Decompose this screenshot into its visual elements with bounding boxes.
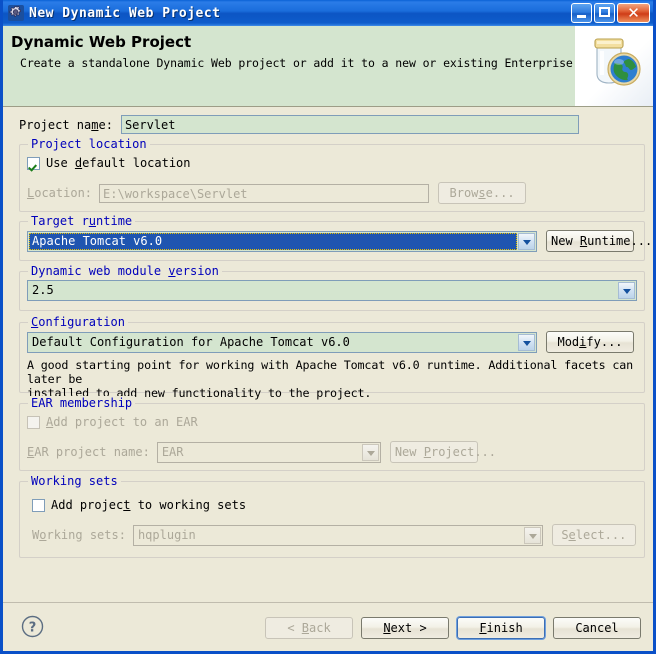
working-sets-label: Working sets: (32, 528, 126, 542)
use-default-location-label: Use default location (46, 156, 191, 170)
location-input[interactable]: E:\workspace\Servlet (99, 183, 430, 203)
project-name-label: Project name: (19, 117, 113, 132)
configuration-combo[interactable]: Default Configuration for Apache Tomcat … (27, 331, 537, 353)
ear-membership-group: EAR membership Add project to an EAR EAR… (19, 396, 645, 471)
configuration-description-line1: A good starting point for working with A… (27, 358, 634, 386)
modify-button[interactable]: Modify... (546, 331, 634, 353)
svg-text:?: ? (29, 621, 37, 636)
location-row: Location: E:\workspace\Servlet Browse... (27, 182, 639, 204)
ear-project-name-combo[interactable]: EAR (156, 441, 381, 463)
project-location-group: Project location Use default location Lo… (19, 137, 645, 212)
target-runtime-group-label: Target runtime (28, 214, 136, 228)
target-runtime-combo[interactable]: Apache Tomcat v6.0 (27, 230, 537, 252)
configuration-group: Configuration Default Configuration for … (19, 315, 645, 400)
add-to-working-sets-label: Add project to working sets (51, 498, 247, 512)
window-title: New Dynamic Web Project (29, 5, 221, 21)
ear-project-name-value: EAR (161, 444, 184, 459)
add-to-ear-checkbox[interactable] (27, 415, 40, 429)
minimize-button[interactable] (571, 3, 592, 23)
configuration-description: A good starting point for working with A… (27, 358, 639, 400)
ear-project-name-row: EAR project name: EAR New Project... (27, 441, 639, 463)
module-version-value: 2.5 (32, 283, 54, 297)
close-button[interactable]: ✕ (617, 3, 650, 23)
finish-button[interactable]: Finish (457, 617, 545, 639)
configuration-row: Default Configuration for Apache Tomcat … (27, 331, 639, 353)
configuration-group-label: Configuration (28, 315, 128, 329)
chevron-down-icon[interactable] (523, 526, 541, 544)
chevron-down-icon[interactable] (518, 333, 535, 351)
target-runtime-row: Apache Tomcat v6.0 New Runtime... (27, 230, 652, 252)
page-description: Create a standalone Dynamic Web project … (20, 56, 575, 70)
dialog-footer: ? < Back Next > Finish Cancel (3, 602, 653, 651)
project-location-group-label: Project location (28, 137, 150, 151)
use-default-location-row[interactable]: Use default location (27, 156, 191, 170)
new-dynamic-web-project-dialog: New Dynamic Web Project ✕ Dynamic Web Pr… (0, 0, 656, 654)
dialog-content: Project name: Servlet Project location U… (3, 107, 653, 619)
project-name-input[interactable]: Servlet (120, 115, 579, 134)
ear-membership-group-label: EAR membership (28, 396, 136, 410)
new-project-button[interactable]: New Project... (389, 441, 496, 463)
target-runtime-group: Target runtime Apache Tomcat v6.0 New Ru… (19, 214, 652, 261)
working-sets-group: Working sets Add project to working sets… (19, 474, 645, 558)
module-version-group-label: Dynamic web module version (28, 264, 222, 278)
browse-button[interactable]: Browse... (438, 182, 527, 204)
title-bar: New Dynamic Web Project ✕ (3, 0, 653, 26)
cancel-button[interactable]: Cancel (553, 617, 641, 639)
chevron-down-icon[interactable] (361, 443, 379, 461)
working-sets-combo[interactable]: hqplugin (132, 524, 543, 546)
banner-text-block: Dynamic Web Project Create a standalone … (3, 26, 575, 106)
wizard-buttons: < Back Next > Finish Cancel (265, 617, 641, 639)
module-version-row: 2.5 (27, 280, 637, 301)
add-to-ear-label: Add project to an EAR (46, 415, 198, 429)
gear-icon (8, 5, 24, 21)
dialog-banner: Dynamic Web Project Create a standalone … (3, 26, 653, 107)
project-name-row: Project name: Servlet (19, 115, 645, 134)
add-to-working-sets-row[interactable]: Add project to working sets (32, 498, 246, 512)
configuration-value: Default Configuration for Apache Tomcat … (32, 334, 350, 349)
jar-globe-icon (575, 26, 653, 106)
working-sets-row: Working sets: hqplugin Select... (32, 524, 636, 546)
location-label: Location: (27, 186, 93, 200)
module-version-combo[interactable]: 2.5 (27, 280, 637, 301)
next-button[interactable]: Next > (361, 617, 449, 639)
working-sets-value: hqplugin (137, 527, 196, 542)
back-button[interactable]: < Back (265, 617, 353, 639)
ear-project-name-label: EAR project name: (27, 445, 150, 459)
maximize-button[interactable] (594, 3, 615, 23)
window-controls: ✕ (571, 3, 650, 23)
chevron-down-icon[interactable] (618, 282, 635, 299)
close-icon: ✕ (627, 4, 640, 22)
use-default-location-checkbox[interactable] (27, 156, 40, 170)
add-to-working-sets-checkbox[interactable] (32, 498, 45, 512)
page-title: Dynamic Web Project (11, 33, 192, 51)
target-runtime-value: Apache Tomcat v6.0 (29, 232, 517, 250)
select-button[interactable]: Select... (551, 524, 636, 546)
working-sets-group-label: Working sets (28, 474, 121, 488)
help-icon[interactable]: ? (21, 615, 44, 638)
chevron-down-icon[interactable] (518, 232, 535, 250)
maximize-icon (599, 7, 610, 17)
module-version-group: Dynamic web module version 2.5 (19, 264, 645, 311)
minimize-icon (577, 15, 586, 18)
new-runtime-button[interactable]: New Runtime... (546, 230, 652, 252)
add-to-ear-row[interactable]: Add project to an EAR (27, 415, 198, 429)
